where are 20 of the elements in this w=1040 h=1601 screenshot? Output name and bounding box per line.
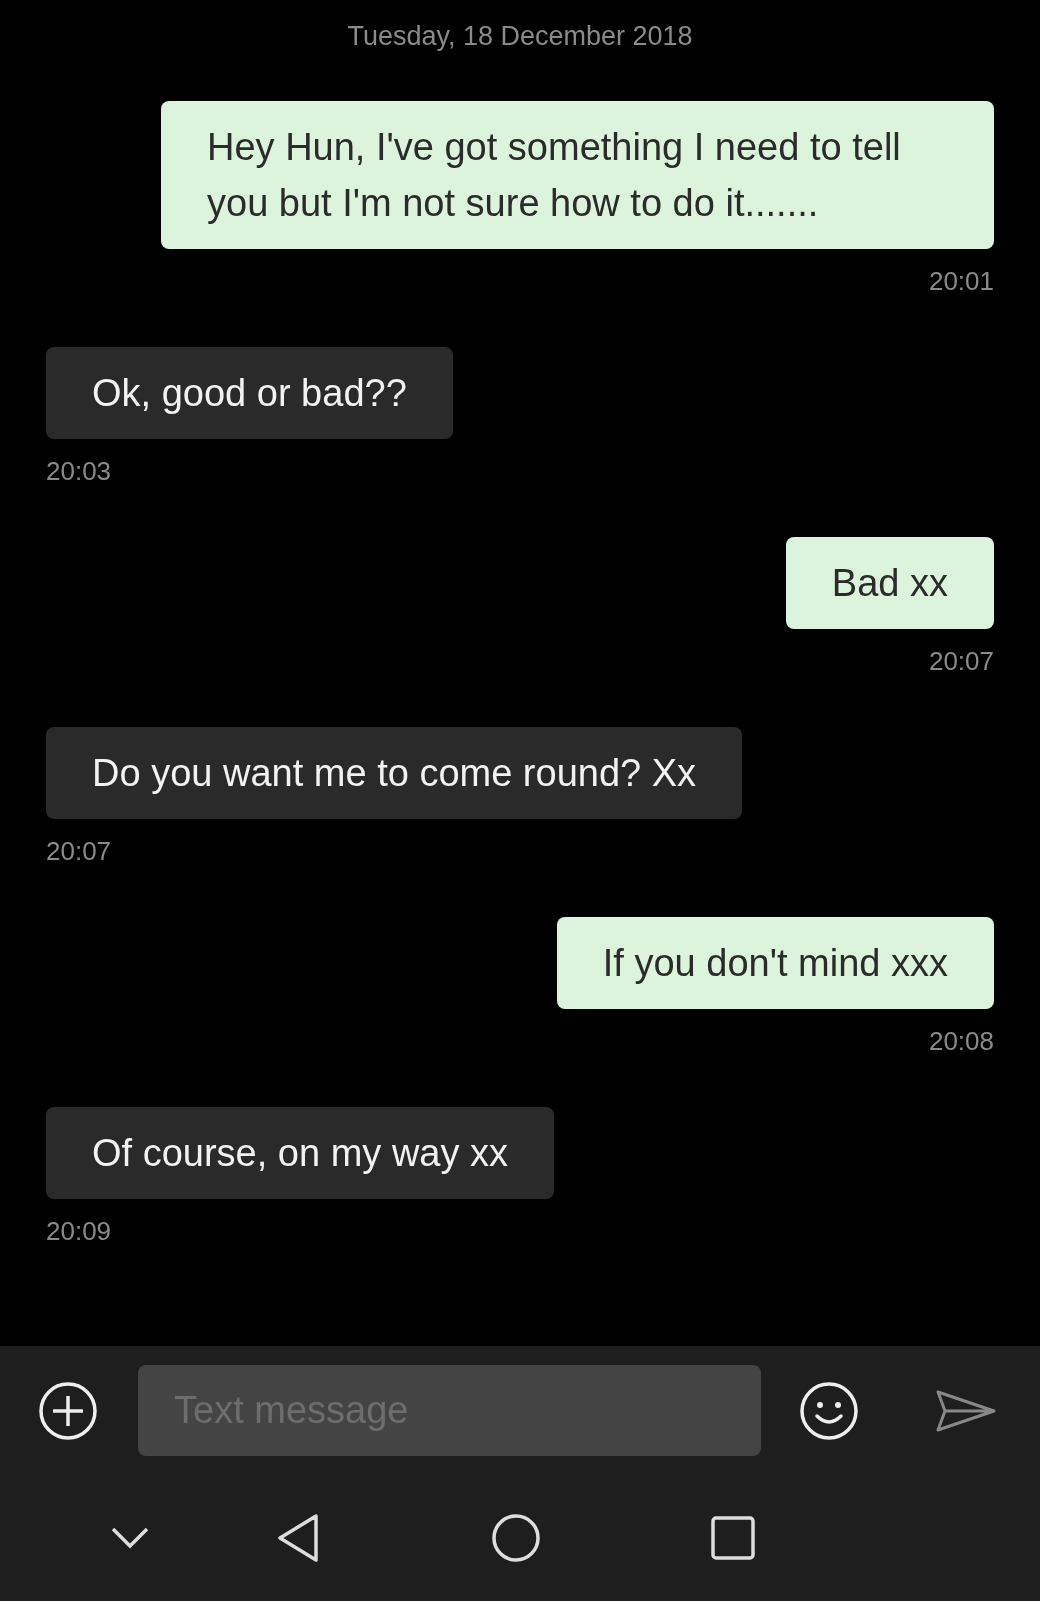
send-button[interactable]: [935, 1388, 997, 1433]
hide-keyboard-button[interactable]: [110, 1526, 150, 1550]
message-time: 20:08: [928, 1025, 994, 1057]
message-time: 20:09: [46, 1215, 112, 1247]
recents-button[interactable]: [711, 1516, 755, 1560]
received-message: Ok, good or bad??: [46, 347, 453, 439]
received-message: Do you want me to come round? Xx: [46, 727, 743, 819]
message-time: 20:07: [928, 645, 994, 677]
message-time: 20:03: [46, 455, 112, 487]
date-header: Tuesday, 18 December 2018: [347, 20, 693, 53]
sent-message: If you don't mind xxx: [556, 917, 994, 1009]
back-button[interactable]: [276, 1513, 320, 1563]
received-message: Of course, on my way xx: [46, 1107, 554, 1199]
message-time: 20:01: [928, 265, 994, 297]
home-button[interactable]: [491, 1513, 541, 1563]
emoji-button[interactable]: [799, 1380, 859, 1441]
message-time: 20:07: [46, 835, 112, 867]
sent-message: Hey Hun, I've got something I need to tell you but I'm not sure how to do it.......: [161, 101, 994, 249]
sent-message: Bad xx: [785, 537, 994, 629]
add-button[interactable]: [38, 1380, 98, 1441]
